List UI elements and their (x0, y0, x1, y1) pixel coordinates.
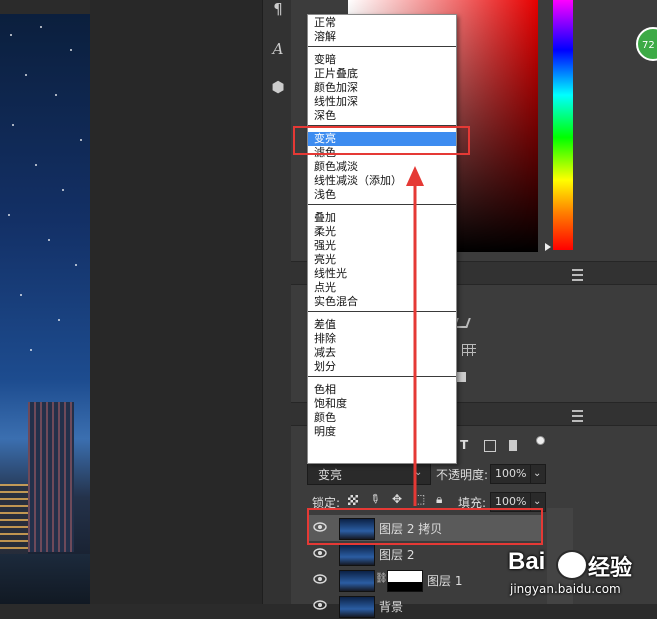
watermark-brand: Bai (508, 548, 546, 575)
blend-mode-option[interactable]: 线性减淡（添加） (308, 174, 456, 188)
blend-mode-option[interactable]: 差值 (308, 318, 456, 332)
blend-mode-option[interactable]: 线性加深 (308, 95, 456, 109)
chain-link-icon[interactable]: ⛓ (375, 573, 388, 584)
building-image (28, 402, 74, 552)
visibility-eye-icon[interactable] (313, 599, 327, 611)
smart-object-filter-icon[interactable] (509, 440, 517, 451)
blend-mode-option[interactable]: 浅色 (308, 188, 456, 202)
blend-mode-option[interactable]: 正片叠底 (308, 67, 456, 81)
blend-mode-option[interactable]: 正常 (308, 16, 456, 30)
panel-toolstrip: ¶ A ⬢ (262, 0, 292, 604)
hue-slider[interactable] (553, 0, 573, 250)
visibility-eye-icon[interactable] (313, 573, 327, 585)
character-icon[interactable]: A (269, 40, 287, 58)
opacity-input[interactable]: 100% (490, 464, 532, 484)
blend-mode-option[interactable]: 柔光 (308, 225, 456, 239)
blend-mode-group: 差值 排除 减去 划分 (308, 312, 456, 377)
baidu-watermark: Bai 经验 jingyan.baidu.com (508, 548, 657, 604)
grid-icon[interactable] (462, 344, 476, 356)
blend-mode-value: 变亮 (318, 468, 343, 482)
layer-thumbnail (339, 570, 375, 592)
building-lights-image (0, 484, 28, 564)
lock-transparent-icon[interactable] (348, 495, 358, 505)
blend-mode-option[interactable]: 深色 (308, 109, 456, 123)
text-filter-icon[interactable]: T (460, 438, 468, 452)
blend-mode-option[interactable]: 饱和度 (308, 397, 456, 411)
panel-menu-icon[interactable] (572, 410, 583, 422)
opacity-label: 不透明度: (436, 468, 489, 482)
3d-icon[interactable]: ⬢ (269, 78, 287, 96)
layer-name[interactable]: 背景 (379, 598, 403, 615)
blend-mode-group: 叠加 柔光 强光 亮光 线性光 点光 实色混合 (308, 205, 456, 312)
layer-thumbnail (339, 596, 375, 618)
paragraph-icon[interactable]: ¶ (269, 0, 287, 18)
watermark-suffix: 经验 (588, 556, 633, 581)
blend-mode-option[interactable]: 色相 (308, 383, 456, 397)
lock-all-icon[interactable]: 🔒︎ (436, 492, 442, 507)
layer-name[interactable]: 图层 2 (379, 546, 414, 563)
blend-mode-dropdown[interactable]: 正常 溶解 变暗 正片叠底 颜色加深 线性加深 深色 变亮 滤色 颜色减淡 线性减淡（添加） 浅色 叠加… (307, 14, 457, 464)
blend-mode-option[interactable]: 排除 (308, 332, 456, 346)
blend-mode-option[interactable]: 点光 (308, 281, 456, 295)
document-canvas[interactable] (0, 14, 90, 604)
blend-mode-option[interactable]: 明度 (308, 425, 456, 439)
filter-toggle-icon[interactable] (536, 436, 545, 445)
waterfront-image (0, 554, 90, 604)
paw-logo-icon (556, 550, 588, 580)
blend-mode-option[interactable]: 颜色 (308, 411, 456, 425)
blend-mode-option[interactable]: 划分 (308, 360, 456, 374)
opacity-chevron-icon[interactable]: ⌄ (530, 464, 546, 484)
highlight-box-lighten (293, 126, 470, 155)
blend-mode-option[interactable]: 线性光 (308, 267, 456, 281)
shape-filter-icon[interactable] (484, 440, 496, 452)
annotation-arrow (406, 166, 424, 506)
blend-mode-group: 变暗 正片叠底 颜色加深 线性加深 深色 (308, 47, 456, 126)
blend-mode-option[interactable]: 亮光 (308, 253, 456, 267)
blend-mode-option[interactable]: 叠加 (308, 211, 456, 225)
panel-menu-icon[interactable] (572, 269, 583, 281)
blend-mode-option[interactable]: 颜色减淡 (308, 160, 456, 174)
blend-mode-group: 色相 饱和度 颜色 明度 (308, 377, 456, 441)
shape-icon[interactable] (456, 372, 466, 382)
blend-mode-option[interactable]: 变暗 (308, 53, 456, 67)
layer-name[interactable]: 图层 1 (427, 572, 462, 589)
hue-slider-handle[interactable] (545, 243, 551, 251)
blend-mode-option[interactable]: 强光 (308, 239, 456, 253)
blend-mode-group: 正常 溶解 (308, 15, 456, 47)
visibility-eye-icon[interactable] (313, 547, 327, 559)
watermark-url: jingyan.baidu.com (510, 582, 621, 596)
canvas-pasteboard (90, 0, 262, 604)
blend-mode-option[interactable]: 溶解 (308, 30, 456, 44)
blend-mode-option[interactable]: 实色混合 (308, 295, 456, 309)
blend-mode-option[interactable]: 减去 (308, 346, 456, 360)
layer-mask-thumbnail[interactable] (387, 570, 423, 592)
layer-thumbnail (339, 544, 375, 566)
blend-mode-option[interactable]: 颜色加深 (308, 81, 456, 95)
